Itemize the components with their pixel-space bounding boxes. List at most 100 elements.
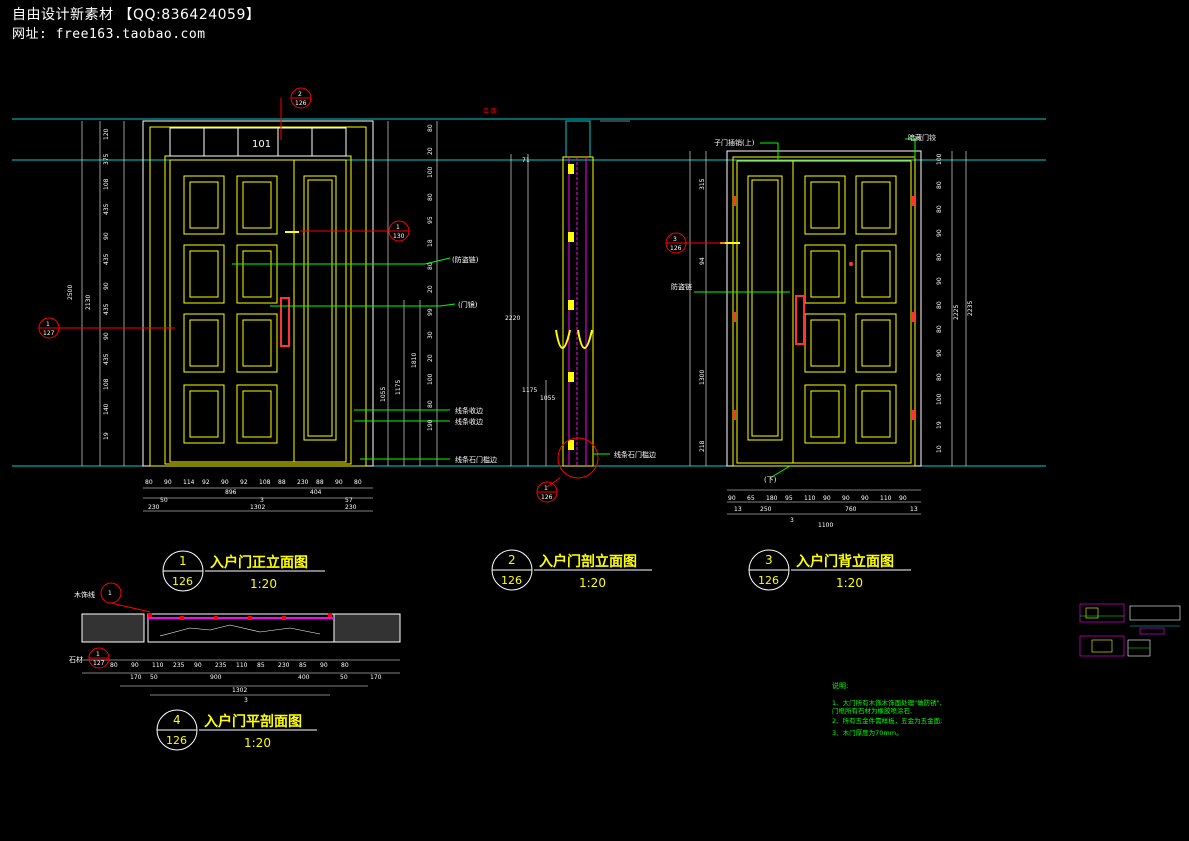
section-dim-1055: 1055 bbox=[540, 395, 555, 402]
plan-section: 1 1 127 木饰线 石材 80 90 110 235 90 235 110 85 230 85… bbox=[69, 582, 401, 704]
back-note-hinge: 暗藏门铰 bbox=[908, 133, 936, 142]
title-text: 入户门背立面图 bbox=[796, 553, 894, 570]
dim-label: 19 bbox=[103, 432, 110, 440]
dim-label: 80 bbox=[354, 479, 362, 486]
door-panel-inner bbox=[242, 250, 272, 298]
dim-total: 1810 bbox=[411, 353, 418, 368]
dim-label: 90 bbox=[194, 662, 202, 669]
door-panel-inner bbox=[861, 319, 891, 367]
dim-label: 65 bbox=[747, 495, 755, 502]
dim-label: 896 bbox=[225, 489, 237, 496]
dim-label: 30 bbox=[427, 331, 434, 339]
section-dim-1175: 1175 bbox=[522, 387, 537, 394]
dim-label: 760 bbox=[845, 506, 857, 513]
title-block-2: 2 126 入户门剖立面图 1:20 bbox=[491, 549, 652, 591]
dim-label: 80 bbox=[936, 253, 943, 261]
dim-label: 80 bbox=[145, 479, 153, 486]
dim-label: 1302 bbox=[232, 687, 247, 694]
notes-block: 说明: 1、大门所有木饰木饰面处理"做防锈", 门框所有石材为橡胶喷涂石, 2、… bbox=[832, 681, 942, 737]
title-number: 1 bbox=[179, 554, 187, 568]
dim-label: 90 bbox=[842, 495, 850, 502]
dim-label: 80 bbox=[427, 193, 434, 201]
dim-label: 100 bbox=[936, 153, 943, 165]
title-sheet: 126 bbox=[172, 575, 193, 588]
dim-label: 92 bbox=[240, 479, 248, 486]
back-tag-sheet: 126 bbox=[670, 245, 682, 252]
dim-label: 3 bbox=[790, 517, 794, 524]
tag-top-num: 2 bbox=[298, 91, 302, 98]
section-marker: 立 面 bbox=[483, 107, 497, 115]
dim-label: 230 bbox=[148, 504, 160, 511]
dim-label: 170 bbox=[130, 674, 142, 681]
dim-label: 230 bbox=[278, 662, 290, 669]
dim-label: 10 bbox=[936, 445, 943, 453]
title-block-1: 1 126 入户门正立面图 1:20 bbox=[162, 550, 325, 592]
section-tag-sheet: 126 bbox=[541, 494, 553, 501]
dim-label: 170 bbox=[370, 674, 382, 681]
dim-label: 435 bbox=[103, 353, 110, 365]
back-note-chain: 防盗链 bbox=[671, 282, 692, 291]
door-panel-inner bbox=[242, 181, 272, 229]
door-panel-inner bbox=[810, 250, 840, 298]
dim-total: 2225 bbox=[953, 305, 960, 320]
title-number: 3 bbox=[765, 553, 773, 567]
dim-label: 100 bbox=[936, 393, 943, 405]
back-elevation: 3 126 子门插销(上) 暗藏门铰 防盗链 (下) 100 80 80 90 80 90… bbox=[665, 133, 974, 529]
detail-thumbnails bbox=[1079, 603, 1181, 657]
tag-left-sheet: 127 bbox=[43, 330, 55, 337]
dim-label: 100 bbox=[427, 373, 434, 385]
dim-label: 404 bbox=[310, 489, 322, 496]
title-scale: 1:20 bbox=[244, 736, 271, 750]
title-scale: 1:20 bbox=[836, 576, 863, 590]
title-sheet: 126 bbox=[758, 574, 779, 587]
dim-label: 13 bbox=[910, 506, 918, 513]
section-handle-icon bbox=[555, 329, 593, 349]
dim-label: 80 bbox=[936, 301, 943, 309]
title-sheet: 126 bbox=[166, 734, 187, 747]
dim-label: 19 bbox=[936, 421, 943, 429]
note-trim-1: 线条收边 bbox=[455, 406, 483, 415]
dim-label: 90 bbox=[728, 495, 736, 502]
back-handle-icon bbox=[795, 295, 805, 345]
tag-handle-sheet: 130 bbox=[393, 233, 405, 240]
title-scale: 1:20 bbox=[250, 577, 277, 591]
dim-label: 315 bbox=[699, 178, 706, 190]
dim-label: 110 bbox=[804, 495, 816, 502]
dim-label: 108 bbox=[103, 378, 110, 390]
dim-label: 57 bbox=[345, 497, 353, 504]
dim-label: 85 bbox=[257, 662, 265, 669]
door-panel-inner bbox=[810, 181, 840, 229]
front-elevation: 101 2 126 1 130 1 127 (防盗链) (门镜) 线条收边 线条… bbox=[38, 87, 497, 512]
dim-label: 94 bbox=[699, 257, 706, 265]
dim-label: 20 bbox=[427, 285, 434, 293]
dim-label: 90 bbox=[103, 332, 110, 340]
dim-label: 108 bbox=[259, 479, 271, 486]
dim-label: 50 bbox=[150, 674, 158, 681]
note-chain: (防盗链) bbox=[452, 255, 479, 264]
dim-label: 140 bbox=[103, 403, 110, 415]
dim-label: 230 bbox=[345, 504, 357, 511]
notes-line-4: 3、木门厚度为70mm。 bbox=[832, 728, 903, 737]
dim-total: 1175 bbox=[395, 380, 402, 395]
dim-label: 80 bbox=[936, 181, 943, 189]
note-peephole: (门镜) bbox=[458, 300, 478, 309]
dim-label: 230 bbox=[297, 479, 309, 486]
dim-label: 400 bbox=[298, 674, 310, 681]
dim-label: 1300 bbox=[699, 370, 706, 385]
plan-tag-bottom-sheet: 127 bbox=[93, 660, 105, 667]
title-text: 入户门正立面图 bbox=[210, 554, 308, 571]
dim-label: 88 bbox=[278, 479, 286, 486]
door-panel-inner bbox=[861, 250, 891, 298]
dim-label: 20 bbox=[427, 147, 434, 155]
door-panel-inner bbox=[242, 319, 272, 367]
section-elevation: 立 面 71 2220 1175 1055 1 126 线条石门槛边 bbox=[483, 107, 656, 503]
dim-label: 90 bbox=[936, 277, 943, 285]
door-panel-inner bbox=[189, 250, 219, 298]
dim-label: 435 bbox=[103, 303, 110, 315]
dim-label: 190 bbox=[427, 419, 434, 431]
dim-label: 80 bbox=[427, 400, 434, 408]
dim-label: 90 bbox=[221, 479, 229, 486]
plan-tag-top-num: 1 bbox=[108, 590, 112, 597]
title-number: 4 bbox=[173, 713, 181, 727]
dim-label: 80 bbox=[427, 262, 434, 270]
